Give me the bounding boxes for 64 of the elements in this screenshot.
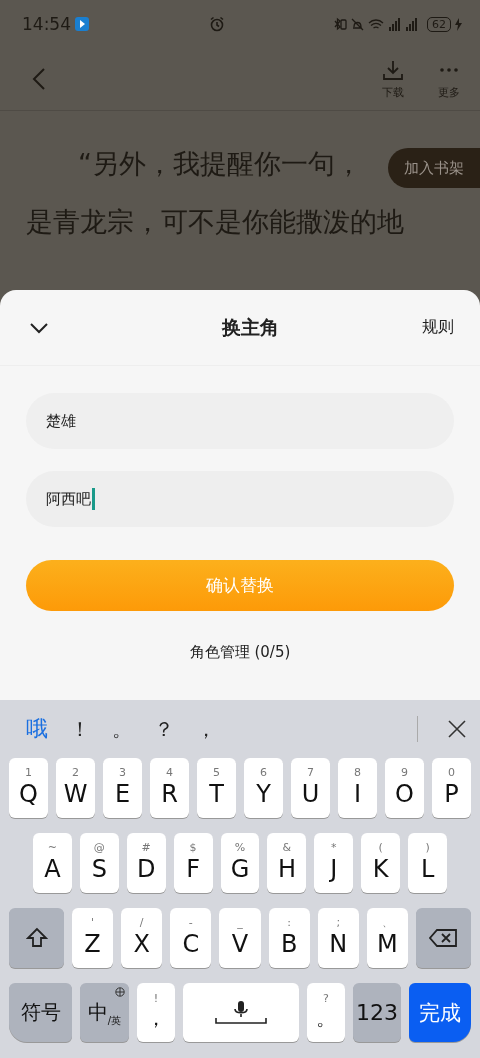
letter-key[interactable]: 6 Y: [244, 758, 283, 818]
role-management-link[interactable]: 角色管理 (0/5): [189, 643, 291, 662]
add-to-bookshelf-button[interactable]: 加入书架: [388, 148, 480, 188]
done-key[interactable]: 完成: [409, 983, 471, 1042]
muted-bell-icon: [351, 17, 364, 31]
letter-key[interactable]: ) L: [408, 833, 447, 893]
letter-key[interactable]: 0 P: [432, 758, 471, 818]
candidate[interactable]: 。: [112, 715, 132, 743]
charging-icon: [455, 17, 462, 31]
letter-key[interactable]: 9 O: [385, 758, 424, 818]
story-text: “另外，我提醒你一句，: [77, 147, 362, 181]
letter-key[interactable]: ~ A: [33, 833, 72, 893]
backspace-icon: [429, 929, 458, 947]
shift-key[interactable]: [9, 908, 64, 968]
signal-icon: [405, 17, 418, 31]
space-key[interactable]: [183, 983, 299, 1042]
candidate[interactable]: ？: [154, 715, 174, 743]
name-input-field[interactable]: 阿西吧: [26, 471, 454, 527]
letter-key[interactable]: - C: [170, 908, 212, 968]
microphone-icon: [215, 999, 267, 1026]
name-input-field[interactable]: 楚雄: [26, 393, 454, 449]
collapse-icon[interactable]: [29, 321, 49, 334]
letter-key[interactable]: ( K: [361, 833, 401, 893]
letter-key[interactable]: 2 W: [56, 758, 95, 818]
letter-key[interactable]: _ V: [219, 908, 261, 968]
wifi-icon: [368, 17, 384, 31]
letter-key[interactable]: 7 U: [291, 758, 330, 818]
download-icon[interactable]: [382, 58, 404, 81]
sheet-title: 换主角: [222, 314, 279, 340]
alarm-icon: [209, 16, 225, 32]
rules-link[interactable]: 规则: [422, 317, 454, 338]
punctuation-key[interactable]: ! ，: [137, 983, 175, 1042]
punctuation-key[interactable]: ? 。: [307, 983, 345, 1042]
backspace-key[interactable]: [416, 908, 471, 968]
numbers-key[interactable]: 123: [353, 983, 401, 1042]
letter-key[interactable]: # D: [126, 833, 166, 893]
letter-key[interactable]: : B: [268, 908, 310, 968]
globe-icon: [115, 987, 125, 997]
letter-key[interactable]: * J: [314, 833, 354, 893]
letter-key[interactable]: 4 R: [150, 758, 189, 818]
back-icon[interactable]: [32, 67, 46, 91]
letter-key[interactable]: 、 M: [366, 908, 408, 968]
candidate[interactable]: ，: [196, 715, 216, 743]
symbols-key[interactable]: 符号: [9, 983, 72, 1042]
letter-key[interactable]: / X: [121, 908, 163, 968]
app-notification-icon: [75, 17, 89, 31]
battery-level: 62: [427, 16, 451, 32]
letter-key[interactable]: @ S: [79, 833, 119, 893]
letter-key[interactable]: 5 T: [197, 758, 236, 818]
status-time: 14:54: [22, 14, 71, 34]
candidate[interactable]: ！: [70, 715, 90, 743]
letter-key[interactable]: $ F: [173, 833, 213, 893]
shift-icon: [25, 927, 48, 949]
story-text: 是青龙宗，可不是你能撒泼的地: [26, 205, 404, 239]
letter-key[interactable]: % G: [220, 833, 260, 893]
letter-key[interactable]: 1 Q: [9, 758, 48, 818]
close-icon[interactable]: [448, 720, 466, 738]
signal-icon: [388, 17, 401, 31]
letter-key[interactable]: ' Z: [72, 908, 114, 968]
letter-key[interactable]: & H: [267, 833, 307, 893]
letter-key[interactable]: 3 E: [103, 758, 142, 818]
bluetooth-icon: [334, 17, 347, 31]
letter-key[interactable]: ; N: [317, 908, 359, 968]
letter-key[interactable]: 8 I: [338, 758, 377, 818]
